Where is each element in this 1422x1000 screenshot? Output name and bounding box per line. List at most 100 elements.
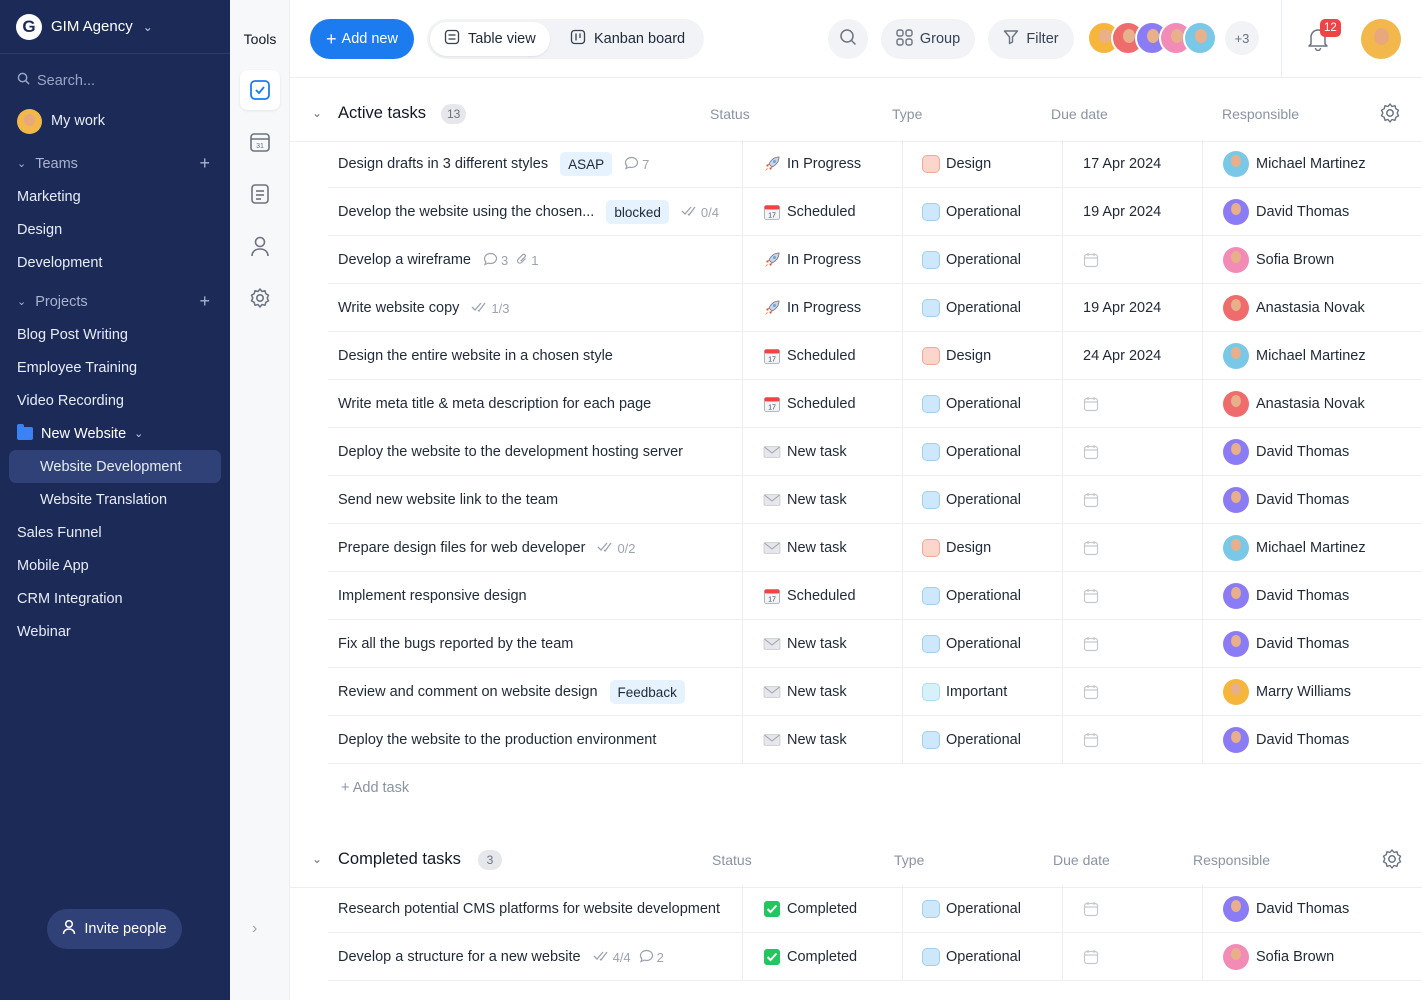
responsible-cell[interactable]: Marry Williams bbox=[1202, 668, 1422, 716]
sidebar-item-my-work[interactable]: My work bbox=[0, 101, 230, 141]
responsible-cell[interactable]: Anastasia Novak bbox=[1202, 380, 1422, 428]
status-cell[interactable]: In Progress bbox=[742, 140, 902, 188]
due-date-cell[interactable] bbox=[1062, 524, 1202, 572]
status-cell[interactable]: Completed bbox=[742, 885, 902, 933]
chevron-down-icon[interactable]: ⌄ bbox=[312, 106, 322, 120]
invite-people-button[interactable]: Invite people bbox=[47, 909, 182, 949]
table-row[interactable]: Review and comment on website design Feed… bbox=[328, 668, 1422, 716]
sidebar-item-video-recording[interactable]: Video Recording bbox=[0, 384, 230, 417]
sidebar-item-website-translation[interactable]: Website Translation bbox=[0, 483, 230, 516]
type-cell[interactable]: Important bbox=[902, 668, 1062, 716]
status-cell[interactable]: New task bbox=[742, 428, 902, 476]
notes-icon[interactable] bbox=[240, 174, 280, 214]
table-row[interactable]: Design the entire website in a chosen st… bbox=[328, 332, 1422, 380]
task-title[interactable]: Implement responsive design bbox=[338, 588, 527, 604]
due-date-cell[interactable]: 19 Apr 2024 bbox=[1062, 188, 1202, 236]
due-date-cell[interactable] bbox=[1062, 428, 1202, 476]
current-user-avatar[interactable] bbox=[1361, 19, 1401, 59]
due-date-cell[interactable] bbox=[1062, 236, 1202, 284]
responsible-cell[interactable]: David Thomas bbox=[1202, 885, 1422, 933]
due-date-cell[interactable] bbox=[1062, 668, 1202, 716]
add-project-icon[interactable]: + bbox=[199, 291, 210, 312]
status-cell[interactable]: New task bbox=[742, 476, 902, 524]
table-row[interactable]: Implement responsive design 17 Scheduled Op… bbox=[328, 572, 1422, 620]
task-title[interactable]: Research potential CMS platforms for web… bbox=[338, 901, 720, 917]
task-cell[interactable]: Review and comment on website design Feed… bbox=[338, 668, 742, 716]
type-cell[interactable]: Operational bbox=[902, 188, 1062, 236]
task-cell[interactable]: Prepare design files for web developer 0/… bbox=[338, 524, 742, 572]
table-row[interactable]: Write website copy 1/3 In Progress Operatio… bbox=[328, 284, 1422, 332]
task-cell[interactable]: Write website copy 1/3 bbox=[338, 284, 742, 332]
sidebar-item-marketing[interactable]: Marketing bbox=[0, 180, 230, 213]
type-cell[interactable]: Operational bbox=[902, 380, 1062, 428]
task-cell[interactable]: Fix all the bugs reported by the team bbox=[338, 620, 742, 668]
table-row[interactable]: Prepare design files for web developer 0/… bbox=[328, 524, 1422, 572]
projects-section-header[interactable]: ⌄ Projects + bbox=[0, 285, 230, 318]
table-row[interactable]: Deploy the website to the development ho… bbox=[328, 428, 1422, 476]
status-cell[interactable]: New task bbox=[742, 716, 902, 764]
kanban-board-button[interactable]: Kanban board bbox=[556, 22, 699, 56]
calendar-icon[interactable] bbox=[1083, 588, 1099, 604]
type-cell[interactable]: Design bbox=[902, 524, 1062, 572]
type-cell[interactable]: Design bbox=[902, 332, 1062, 380]
settings-icon[interactable] bbox=[1381, 848, 1403, 875]
workspace-switcher[interactable]: G GIM Agency ⌄ bbox=[0, 0, 230, 54]
settings-icon[interactable] bbox=[240, 278, 280, 318]
responsible-cell[interactable]: Sofia Brown bbox=[1202, 236, 1422, 284]
filter-button[interactable]: Filter bbox=[988, 19, 1074, 59]
group-button[interactable]: Group bbox=[881, 19, 975, 59]
due-date-cell[interactable] bbox=[1062, 572, 1202, 620]
table-row[interactable]: Research potential CMS platforms for web… bbox=[328, 885, 1422, 933]
responsible-cell[interactable]: David Thomas bbox=[1202, 476, 1422, 524]
type-cell[interactable]: Operational bbox=[902, 885, 1062, 933]
chevron-right-icon[interactable]: › bbox=[252, 920, 257, 938]
task-cell[interactable]: Develop the website using the chosen... b… bbox=[338, 188, 742, 236]
status-cell[interactable]: 17 Scheduled bbox=[742, 572, 902, 620]
column-header-status[interactable]: Status bbox=[710, 106, 750, 122]
calendar-icon[interactable] bbox=[1083, 636, 1099, 652]
calendar-icon[interactable] bbox=[1083, 444, 1099, 460]
status-cell[interactable]: 17 Scheduled bbox=[742, 380, 902, 428]
column-header-responsible[interactable]: Responsible bbox=[1222, 106, 1299, 122]
table-row[interactable]: Design drafts in 3 different styles ASAP 7… bbox=[328, 140, 1422, 188]
responsible-cell[interactable]: David Thomas bbox=[1202, 716, 1422, 764]
calendar-icon[interactable] bbox=[1083, 396, 1099, 412]
task-title[interactable]: Deploy the website to the development ho… bbox=[338, 444, 683, 460]
table-row[interactable]: Write meta title & meta description for … bbox=[328, 380, 1422, 428]
status-cell[interactable]: In Progress bbox=[742, 236, 902, 284]
table-row[interactable]: Develop a wireframe 3 1 In Progress Operatio… bbox=[328, 236, 1422, 284]
add-team-icon[interactable]: + bbox=[199, 153, 210, 174]
calendar-icon[interactable] bbox=[1083, 492, 1099, 508]
type-cell[interactable]: Operational bbox=[902, 620, 1062, 668]
calendar-icon[interactable] bbox=[1083, 684, 1099, 700]
calendar-icon[interactable] bbox=[1083, 540, 1099, 556]
calendar-icon[interactable] bbox=[1083, 252, 1099, 268]
table-row[interactable]: Develop the website using the chosen... b… bbox=[328, 188, 1422, 236]
status-cell[interactable]: In Progress bbox=[742, 284, 902, 332]
due-date-cell[interactable]: 24 Apr 2024 bbox=[1062, 332, 1202, 380]
task-title[interactable]: Deploy the website to the production env… bbox=[338, 732, 656, 748]
person-icon[interactable] bbox=[240, 226, 280, 266]
due-date-cell[interactable] bbox=[1062, 476, 1202, 524]
task-cell[interactable]: Send new website link to the team bbox=[338, 476, 742, 524]
type-cell[interactable]: Operational bbox=[902, 716, 1062, 764]
status-cell[interactable]: New task bbox=[742, 620, 902, 668]
column-header-status[interactable]: Status bbox=[712, 852, 752, 868]
member-avatar[interactable] bbox=[1183, 21, 1217, 55]
responsible-cell[interactable]: David Thomas bbox=[1202, 428, 1422, 476]
task-title[interactable]: Write meta title & meta description for … bbox=[338, 396, 651, 412]
type-cell[interactable]: Operational bbox=[902, 236, 1062, 284]
task-title[interactable]: Write website copy bbox=[338, 300, 459, 316]
sidebar-search[interactable]: Search... bbox=[0, 64, 230, 97]
status-cell[interactable]: 17 Scheduled bbox=[742, 332, 902, 380]
task-title[interactable]: Design drafts in 3 different styles bbox=[338, 156, 548, 172]
chevron-down-icon[interactable]: ⌄ bbox=[312, 852, 322, 866]
due-date-cell[interactable] bbox=[1062, 933, 1202, 981]
responsible-cell[interactable]: David Thomas bbox=[1202, 620, 1422, 668]
sidebar-item-employee-training[interactable]: Employee Training bbox=[0, 351, 230, 384]
table-row[interactable]: Deploy the website to the production env… bbox=[328, 716, 1422, 764]
responsible-cell[interactable]: Anastasia Novak bbox=[1202, 284, 1422, 332]
settings-icon[interactable] bbox=[1379, 102, 1401, 129]
type-cell[interactable]: Operational bbox=[902, 476, 1062, 524]
column-header-type[interactable]: Type bbox=[892, 106, 922, 122]
